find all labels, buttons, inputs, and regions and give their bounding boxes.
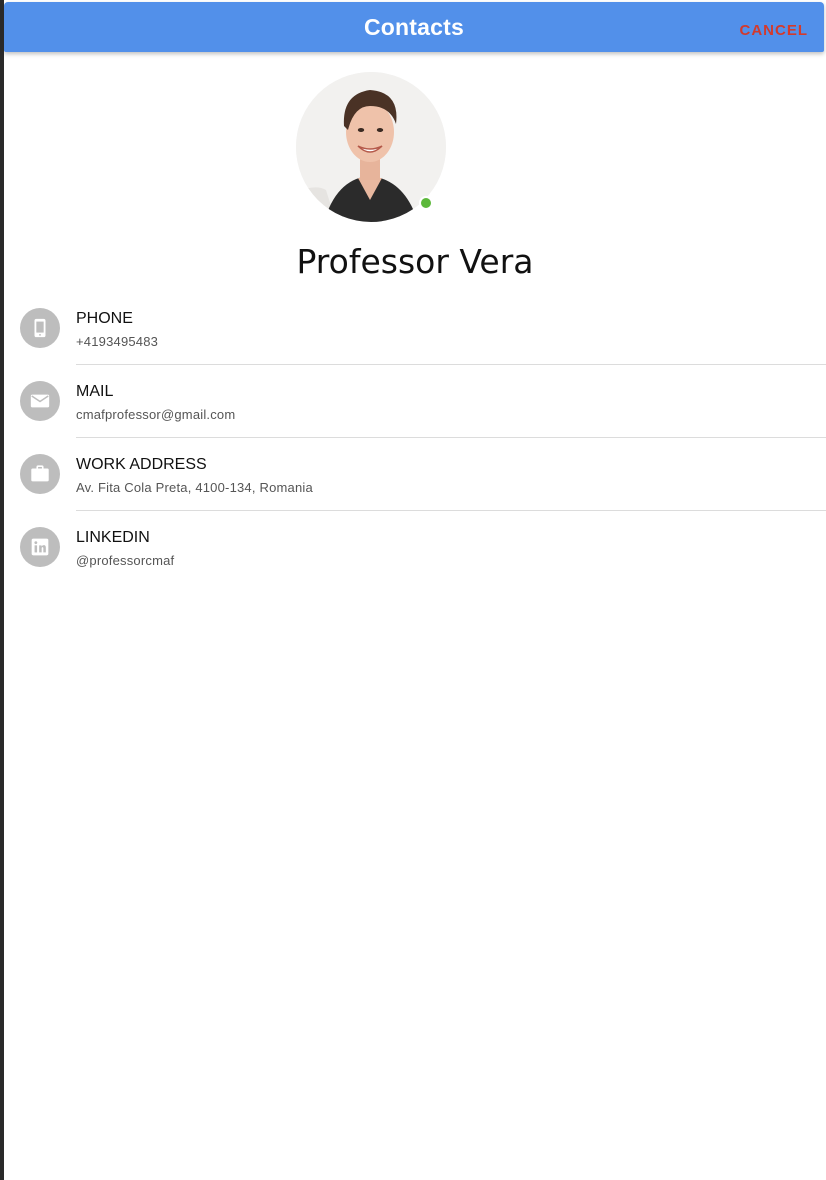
mail-icon xyxy=(20,381,60,421)
list-item-label: WORK ADDRESS xyxy=(76,456,207,473)
phone-icon xyxy=(20,308,60,348)
list-item-label: LINKEDIN xyxy=(76,529,150,546)
contact-detail-screen: Contacts CANCEL Professor Vera PHONE +41… xyxy=(4,0,826,1180)
contact-name: Professor Vera xyxy=(296,242,534,281)
list-item-work-address[interactable]: WORK ADDRESS Av. Fita Cola Preta, 4100-1… xyxy=(4,438,826,511)
app-bar: Contacts CANCEL xyxy=(4,2,824,52)
list-item-linkedin[interactable]: LINKEDIN @professorcmaf xyxy=(4,511,826,584)
list-item-value: Av. Fita Cola Preta, 4100-134, Romania xyxy=(76,480,313,495)
page-title: Contacts xyxy=(363,14,464,40)
contact-info-list: PHONE +4193495483 MAIL cmafprofessor@gma… xyxy=(4,292,826,584)
online-status-dot xyxy=(419,196,433,210)
avatar-container xyxy=(296,72,446,222)
list-item-value: @professorcmaf xyxy=(76,553,175,568)
briefcase-icon xyxy=(20,454,60,494)
list-item-label: MAIL xyxy=(76,383,114,400)
linkedin-icon xyxy=(20,527,60,567)
list-item-phone[interactable]: PHONE +4193495483 xyxy=(4,292,826,365)
list-item-label: PHONE xyxy=(76,310,133,327)
list-item-value: +4193495483 xyxy=(76,334,159,349)
list-item-value: cmafprofessor@gmail.com xyxy=(76,407,236,422)
cancel-button[interactable]: CANCEL xyxy=(740,22,809,39)
list-item-mail[interactable]: MAIL cmafprofessor@gmail.com xyxy=(4,365,826,438)
